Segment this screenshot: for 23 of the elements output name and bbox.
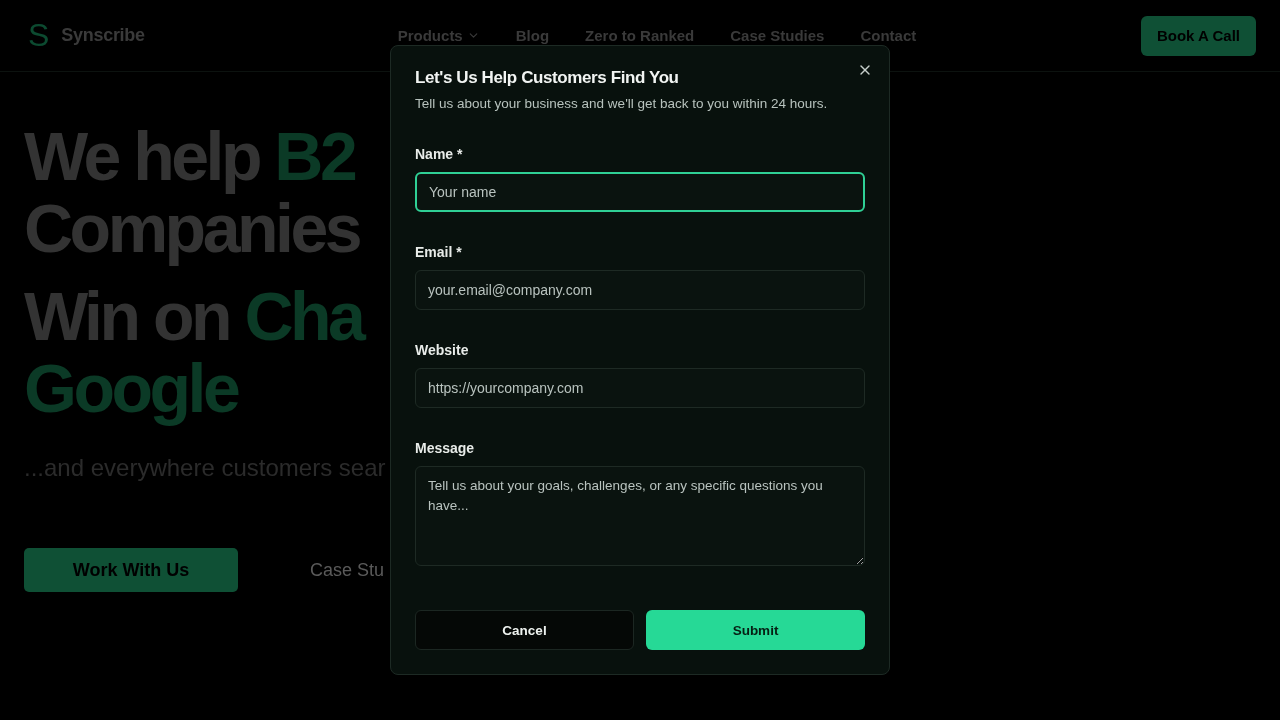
cancel-button[interactable]: Cancel [415, 610, 634, 650]
book-call-button[interactable]: Book A Call [1140, 15, 1256, 56]
nav-link[interactable]: Contact [860, 27, 917, 44]
message-field[interactable]: Tell us about your goals, challenges, or any specific questions you have... [415, 466, 865, 566]
field-label: Message [415, 440, 476, 456]
nav-link[interactable]: Products [397, 27, 480, 44]
logo-letter: S [28, 17, 50, 54]
field-label: Name * [415, 146, 464, 162]
brand-name: Synscribe [61, 25, 145, 46]
hero-headline: Google [24, 352, 238, 424]
nav-link[interactable]: Case Studies [730, 27, 825, 44]
input-field[interactable]: https://yourcompany.com [415, 368, 865, 408]
case-studies-button[interactable]: Case Stu [278, 559, 385, 581]
submit-button[interactable]: Submit [646, 610, 865, 650]
nav-link[interactable]: Zero to Ranked [585, 27, 695, 44]
work-with-us-button[interactable]: Work With Us [24, 548, 238, 592]
input-field[interactable]: your.email@company.com [415, 270, 865, 310]
dialog-title: Let's Us Help Customers Find You [415, 68, 680, 88]
field-label: Email * [415, 244, 463, 260]
dialog-description: Tell us about your business and we'll get back to you within 24 hours. [415, 95, 829, 113]
field-label: Website [415, 342, 470, 358]
input-field[interactable]: Your name [415, 172, 865, 212]
nav-link[interactable]: Blog [515, 27, 550, 44]
